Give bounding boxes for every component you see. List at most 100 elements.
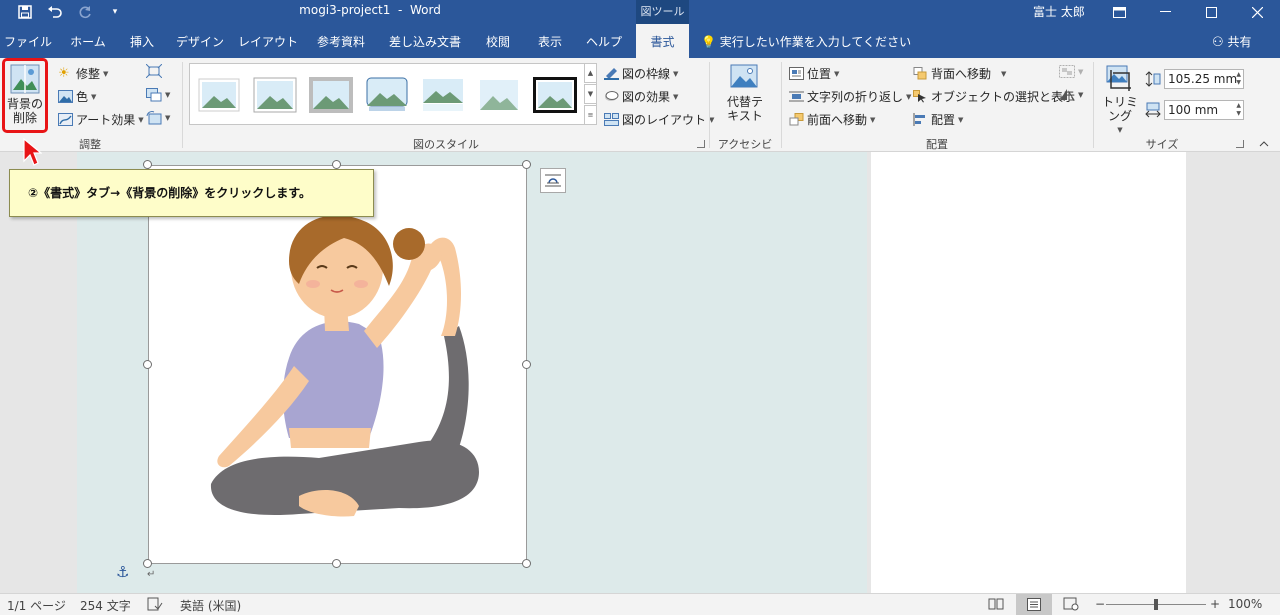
- picture-border-button[interactable]: 図の枠線 ▼: [604, 65, 678, 82]
- height-icon: [1145, 71, 1161, 90]
- share-button[interactable]: ⚇ 共有: [1212, 24, 1252, 58]
- ribbon-display-options-icon[interactable]: [1096, 0, 1142, 24]
- mouse-pointer-icon: [22, 137, 43, 170]
- height-spinner[interactable]: ▲ ▼: [1236, 71, 1241, 87]
- color-button[interactable]: 色 ▼: [58, 88, 96, 105]
- tab-view[interactable]: 表示: [526, 24, 574, 58]
- caret-icon: ▼: [91, 92, 97, 101]
- language[interactable]: 英語 (米国): [180, 597, 241, 614]
- page-count[interactable]: 1/1 ページ: [7, 597, 66, 614]
- reset-picture-button[interactable]: ▼: [146, 111, 170, 125]
- group-objects-button[interactable]: ▼: [1059, 65, 1083, 78]
- user-name[interactable]: 富士 太郎: [1033, 3, 1085, 20]
- resize-handle-top-left[interactable]: [143, 160, 152, 169]
- tab-references[interactable]: 参考資料: [304, 24, 378, 58]
- crop-button[interactable]: トリミング ▼: [1099, 64, 1141, 134]
- compress-icon: [146, 64, 162, 78]
- resize-handle-bottom-middle[interactable]: [332, 559, 341, 568]
- collapse-ribbon-icon[interactable]: [1259, 136, 1269, 150]
- change-picture-button[interactable]: ▼: [146, 88, 170, 102]
- selected-picture[interactable]: [148, 165, 527, 564]
- style-thumbnail-2[interactable]: [253, 77, 297, 113]
- tab-design[interactable]: デザイン: [168, 24, 232, 58]
- word-count[interactable]: 254 文字: [80, 597, 131, 614]
- wrap-text-button[interactable]: 文字列の折り返し ▼: [789, 88, 911, 105]
- print-layout-button[interactable]: [1016, 594, 1052, 615]
- picture-layout-button[interactable]: 図のレイアウト ▼: [604, 111, 714, 128]
- group-label-arrange: 配置: [926, 138, 948, 151]
- style-thumbnail-4[interactable]: [365, 77, 409, 113]
- anchor-icon[interactable]: ⚓: [116, 563, 129, 581]
- highlight-frame: [2, 58, 48, 133]
- picture-effects-button[interactable]: 図の効果 ▼: [604, 88, 678, 105]
- resize-handle-middle-right[interactable]: [522, 360, 531, 369]
- size-launcher-icon[interactable]: [1236, 140, 1244, 148]
- person-icon: ⚇: [1212, 35, 1224, 50]
- minimize-icon[interactable]: [1142, 0, 1188, 24]
- corrections-button[interactable]: ☀ 修整 ▼: [58, 65, 108, 82]
- tab-insert[interactable]: 挿入: [118, 24, 166, 58]
- style-thumbnail-5[interactable]: [421, 77, 465, 113]
- width-input[interactable]: 100 mm ▲ ▼: [1164, 100, 1244, 120]
- paragraph-mark-icon: ↵: [147, 569, 156, 580]
- tab-file[interactable]: ファイル: [0, 24, 56, 58]
- group-label-size: サイズ: [1145, 138, 1179, 151]
- bring-forward-button[interactable]: 前面へ移動 ▼: [789, 111, 875, 128]
- tab-review[interactable]: 校閲: [472, 24, 524, 58]
- resize-handle-bottom-left[interactable]: [143, 559, 152, 568]
- resize-handle-bottom-right[interactable]: [522, 559, 531, 568]
- read-mode-icon[interactable]: [988, 597, 1004, 614]
- layout-options-button[interactable]: [540, 168, 566, 193]
- style-thumbnail-7[interactable]: [533, 77, 577, 113]
- caret-icon: ▼: [673, 69, 679, 78]
- resize-handle-top-right[interactable]: [522, 160, 531, 169]
- tab-help[interactable]: ヘルプ: [576, 24, 632, 58]
- send-backward-button[interactable]: 背面へ移動 ▼: [913, 65, 1006, 82]
- ribbon: 背景の 削除 ☀ 修整 ▼ 色 ▼ アート効果 ▼ ▼ ▼ 調整 ▲ ▼ ≡ 図…: [0, 58, 1280, 167]
- picture-styles-gallery[interactable]: [189, 63, 597, 125]
- gallery-scroll-down[interactable]: ▼: [584, 84, 597, 104]
- document-page-right[interactable]: [871, 152, 1186, 593]
- rotate-button[interactable]: ▼: [1059, 88, 1083, 101]
- tell-me-search[interactable]: 💡 実行したい作業を入力してください: [701, 24, 911, 58]
- align-button[interactable]: 配置 ▼: [913, 111, 963, 128]
- selection-pane-button[interactable]: オブジェクトの選択と表示: [913, 88, 1075, 105]
- height-input[interactable]: 105.25 mm ▲ ▼: [1164, 69, 1244, 89]
- artistic-effects-button[interactable]: アート効果 ▼: [58, 111, 144, 128]
- zoom-level[interactable]: 100%: [1228, 597, 1262, 611]
- caret-icon: ▼: [834, 69, 840, 78]
- tab-layout[interactable]: レイアウト: [234, 24, 302, 58]
- group-separator: [182, 62, 183, 148]
- align-icon: [913, 113, 925, 126]
- gallery-scroll-up[interactable]: ▲: [584, 63, 597, 83]
- tab-mailings[interactable]: 差し込み文書: [380, 24, 470, 58]
- width-spinner[interactable]: ▲ ▼: [1236, 102, 1241, 118]
- picture-layout-icon: [604, 113, 619, 126]
- maximize-icon[interactable]: [1188, 0, 1234, 24]
- position-button[interactable]: 位置 ▼: [789, 65, 839, 82]
- width-icon: [1145, 102, 1161, 121]
- gallery-more[interactable]: ≡: [584, 105, 597, 125]
- zoom-slider[interactable]: [1106, 599, 1206, 610]
- close-icon[interactable]: [1234, 0, 1280, 24]
- group-label-picture-styles: 図のスタイル: [413, 138, 479, 151]
- zoom-out-button[interactable]: −: [1095, 597, 1105, 611]
- zoom-in-button[interactable]: +: [1210, 597, 1220, 611]
- web-layout-icon[interactable]: [1063, 597, 1079, 614]
- color-icon: [58, 90, 73, 103]
- style-thumbnail-3[interactable]: [309, 77, 353, 113]
- style-thumbnail-6[interactable]: [477, 77, 521, 113]
- resize-handle-top-middle[interactable]: [332, 160, 341, 169]
- tab-format[interactable]: 書式: [636, 24, 689, 58]
- picture-styles-launcher-icon[interactable]: [697, 140, 705, 148]
- document-area: ⚓ ↵ ②《書式》タブ→《背景の削除》をクリックします。: [0, 152, 1280, 593]
- title-bar: ▾ mogi3-project1 - Word 図ツール 富士 太郎: [0, 0, 1280, 24]
- caret-icon: ▼: [103, 69, 109, 78]
- tab-home[interactable]: ホーム: [58, 24, 118, 58]
- compress-pictures-button[interactable]: [146, 64, 162, 78]
- alt-text-button[interactable]: 代替テ キスト: [723, 64, 767, 130]
- proofing-icon[interactable]: [147, 597, 163, 614]
- zoom-slider-thumb[interactable]: [1154, 599, 1158, 610]
- style-thumbnail-1[interactable]: [197, 77, 241, 113]
- resize-handle-middle-left[interactable]: [143, 360, 152, 369]
